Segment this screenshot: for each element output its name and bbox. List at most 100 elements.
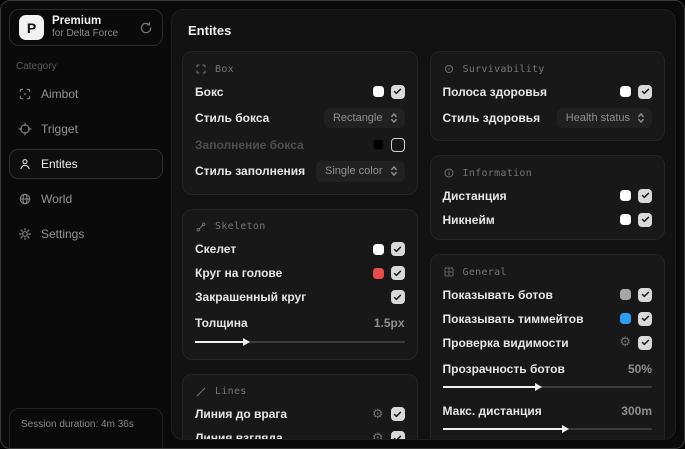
check-icon xyxy=(393,435,402,439)
panel-title: Survivability xyxy=(462,63,545,75)
setting-label: Бокс xyxy=(195,84,224,99)
setting-label: Дистанция xyxy=(442,188,507,203)
check-icon xyxy=(393,88,402,95)
color-swatch[interactable] xyxy=(372,139,384,151)
app-window: P Premium for Delta Force Category Aimbo xyxy=(0,0,685,449)
color-swatch[interactable] xyxy=(620,289,631,301)
dropdown-value: Single color xyxy=(325,165,383,178)
dropdown-value: Rectangle xyxy=(332,112,383,124)
sidebar-item-aimbot[interactable]: Aimbot xyxy=(9,79,163,109)
panel-title: Lines xyxy=(215,386,247,398)
setting-row: Проверка видимости ⚙ xyxy=(442,335,652,350)
setting-label: Закрашенный круг xyxy=(195,290,307,305)
gear-icon xyxy=(18,227,32,241)
panel-information-header: Information xyxy=(443,167,653,179)
trigger-icon xyxy=(18,122,32,136)
setting-row: Толщина 1.5px xyxy=(195,316,405,331)
gear-icon[interactable]: ⚙ xyxy=(619,336,631,349)
setting-row: Прозрачность ботов 50% xyxy=(443,361,653,376)
line-icon xyxy=(195,386,207,398)
panel-title: Box xyxy=(215,63,234,75)
panel-title: Skeleton xyxy=(215,221,266,233)
color-swatch[interactable] xyxy=(620,190,631,202)
checkbox[interactable] xyxy=(638,335,652,350)
checkbox[interactable] xyxy=(390,407,405,422)
setting-label: Линия взгляда xyxy=(195,431,283,440)
check-icon xyxy=(641,88,649,95)
checkbox[interactable] xyxy=(390,290,405,305)
box-style-dropdown[interactable]: Rectangle xyxy=(323,108,405,129)
checkbox[interactable] xyxy=(638,311,652,326)
check-icon xyxy=(641,216,649,223)
brand-text: Premium for Delta Force xyxy=(52,15,118,40)
health-style-dropdown[interactable]: Health status xyxy=(556,108,652,129)
setting-row: Заполнение бокса xyxy=(195,137,405,152)
setting-label: Проверка видимости xyxy=(442,335,569,350)
session-duration-box: Session duration: 4m 36s xyxy=(9,408,163,448)
check-icon xyxy=(393,246,402,252)
thickness-group: Толщина 1.5px xyxy=(195,316,405,347)
setting-label: Стиль заполнения xyxy=(195,164,306,179)
setting-row: Дистанция xyxy=(442,188,652,203)
checkbox[interactable] xyxy=(390,266,405,281)
checkbox[interactable] xyxy=(638,212,652,227)
slider-value: 300m xyxy=(621,403,652,418)
person-icon xyxy=(18,157,32,171)
checkbox[interactable] xyxy=(390,84,405,99)
left-column: Box Бокс Стиль бокса Rectangle Заполнени… xyxy=(182,51,418,440)
slider-thumb[interactable] xyxy=(195,337,251,346)
fill-style-dropdown[interactable]: Single color xyxy=(316,161,405,182)
setting-label: Круг на голове xyxy=(195,266,283,281)
checkbox[interactable] xyxy=(638,287,652,302)
panel-skeleton: Skeleton Скелет Круг на голове Закрашенн… xyxy=(182,208,418,360)
setting-label: Полоса здоровья xyxy=(442,84,547,99)
sidebar-item-trigget[interactable]: Trigget xyxy=(9,114,163,144)
setting-label: Стиль здоровья xyxy=(442,111,541,126)
unfold-icon xyxy=(390,112,398,124)
unfold-icon xyxy=(390,165,398,177)
checkbox[interactable] xyxy=(390,137,405,152)
setting-row: Круг на голове xyxy=(195,266,405,281)
brand-title: Premium xyxy=(52,15,102,28)
bot-opacity-slider[interactable] xyxy=(442,382,652,392)
bot-opacity-group: Прозрачность ботов 50% xyxy=(442,361,653,392)
slider-value: 50% xyxy=(627,361,652,376)
unfold-icon xyxy=(637,112,645,124)
setting-row: Бокс xyxy=(195,84,405,99)
checkbox[interactable] xyxy=(390,242,405,257)
max-distance-group: Макс. дистанция 300m xyxy=(442,403,652,434)
sidebar-item-settings[interactable]: Settings xyxy=(9,219,163,249)
color-swatch[interactable] xyxy=(620,214,631,226)
slider-thumb[interactable] xyxy=(442,383,542,392)
setting-row: Полоса здоровья xyxy=(442,84,652,99)
refresh-icon[interactable] xyxy=(139,21,153,35)
checkbox[interactable] xyxy=(638,188,652,203)
sidebar-item-label: Trigget xyxy=(41,122,78,136)
setting-label: Заполнение бокса xyxy=(195,137,304,152)
survivability-icon xyxy=(443,63,455,75)
sidebar-item-entites[interactable]: Entites xyxy=(9,149,163,179)
check-icon xyxy=(641,291,649,298)
setting-label: Макс. дистанция xyxy=(442,403,542,418)
sidebar-item-world[interactable]: World xyxy=(9,184,163,214)
panel-lines-header: Lines xyxy=(195,386,405,398)
panel-survivability-header: Survivability xyxy=(443,63,653,75)
gear-icon[interactable]: ⚙ xyxy=(372,408,384,421)
color-swatch[interactable] xyxy=(372,86,384,97)
dropdown-value: Health status xyxy=(565,112,630,124)
checkbox[interactable] xyxy=(638,84,652,99)
color-swatch[interactable] xyxy=(372,243,384,255)
setting-row: Показывать тиммейтов xyxy=(443,311,652,326)
brand-subtitle: for Delta Force xyxy=(52,28,119,40)
gear-icon[interactable]: ⚙ xyxy=(372,432,384,439)
max-distance-slider[interactable] xyxy=(442,424,652,434)
check-icon xyxy=(393,294,402,300)
color-swatch[interactable] xyxy=(620,313,631,325)
checkbox[interactable] xyxy=(390,431,405,439)
panel-skeleton-header: Skeleton xyxy=(195,221,405,233)
sidebar-item-label: Aimbot xyxy=(41,87,79,101)
color-swatch[interactable] xyxy=(620,86,631,97)
color-swatch[interactable] xyxy=(372,267,384,279)
slider-thumb[interactable] xyxy=(442,425,570,434)
thickness-slider[interactable] xyxy=(195,337,405,347)
